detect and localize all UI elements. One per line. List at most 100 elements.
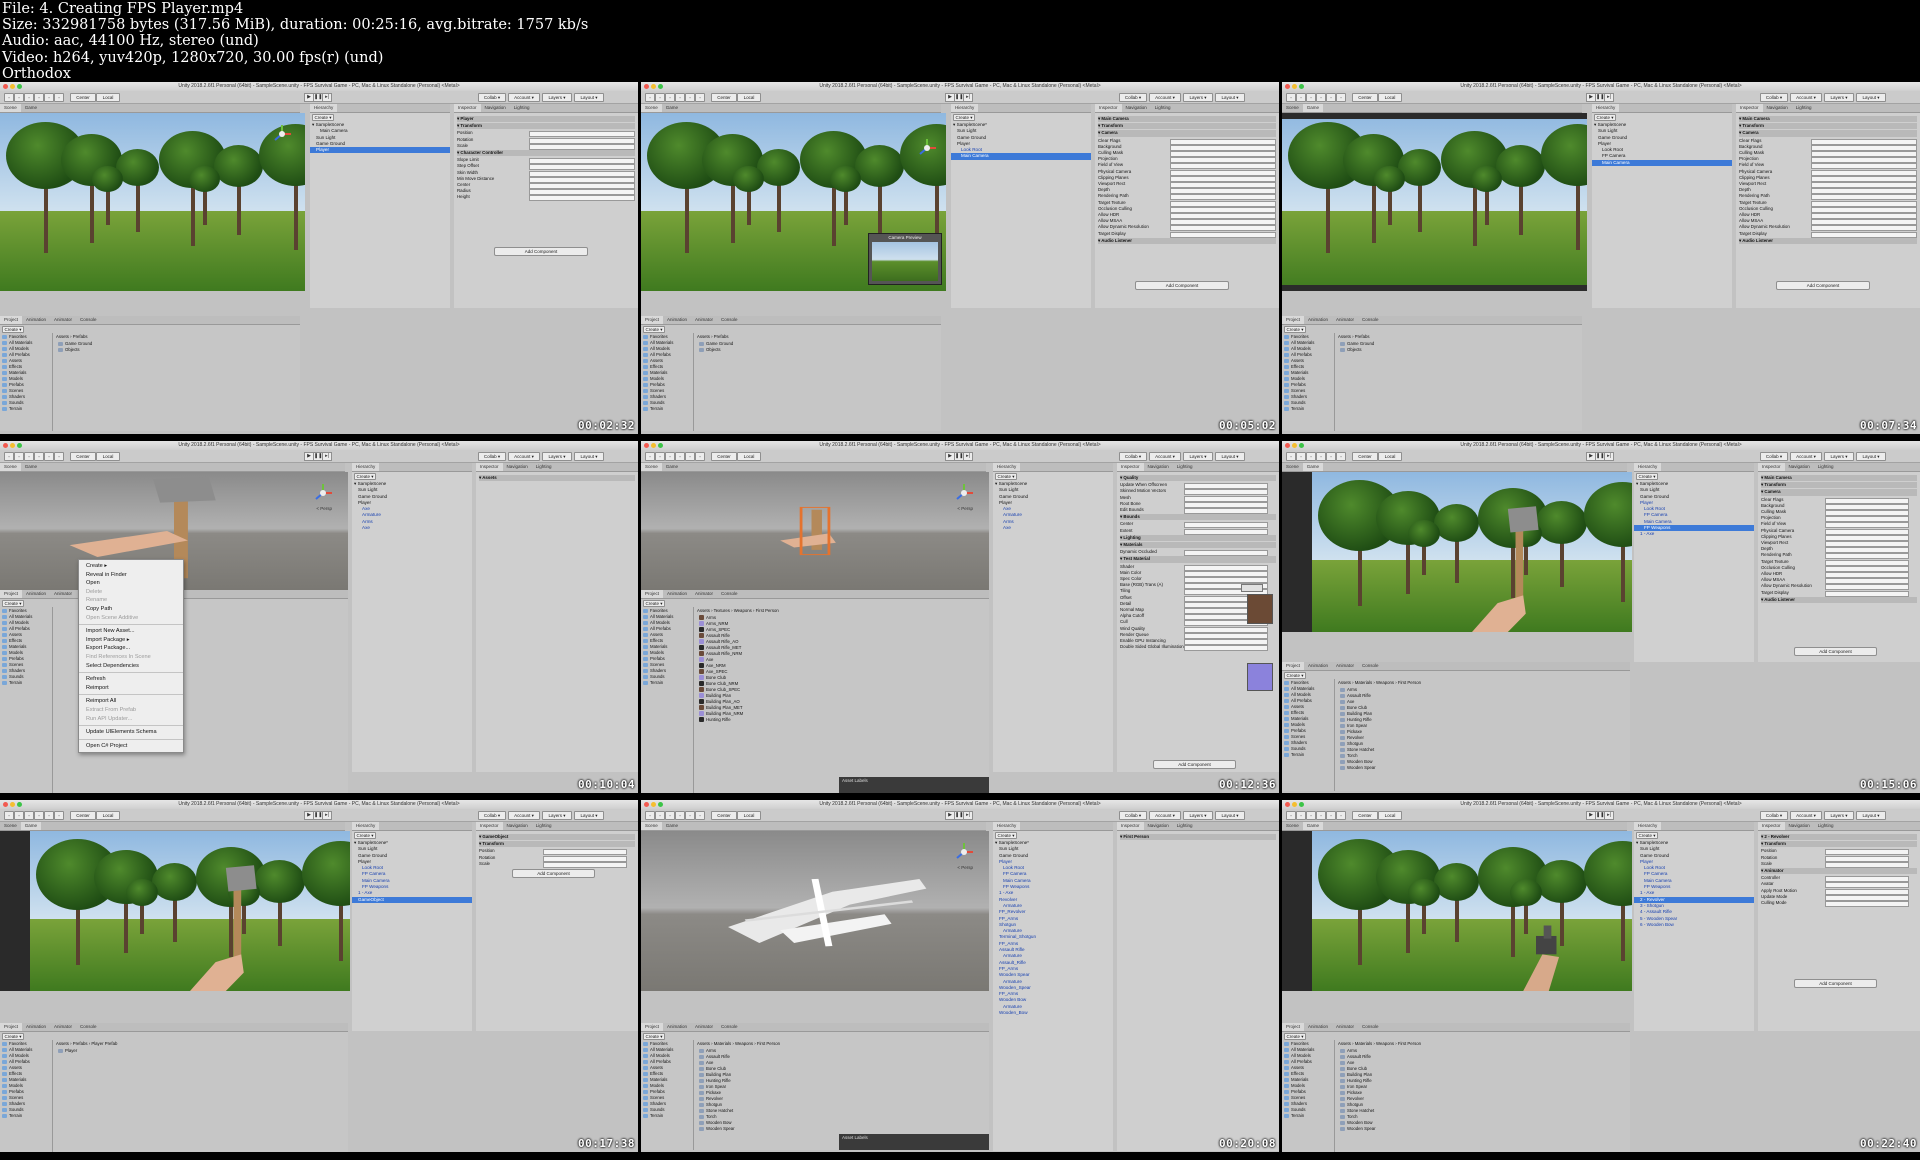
field-value-box[interactable] (1184, 528, 1268, 535)
layout-button[interactable]: Layout ▾ (1215, 93, 1245, 102)
tab-animator[interactable]: Animator (1332, 316, 1358, 324)
collab-button[interactable]: Collab ▾ (478, 452, 506, 461)
tab-console[interactable]: Console (76, 1023, 101, 1031)
add-component-button[interactable]: Add Component (1135, 281, 1229, 290)
move-tool-icon[interactable]: ◦ (1296, 93, 1306, 102)
layers-button[interactable]: Layers ▾ (542, 452, 572, 461)
hierarchy-create-button[interactable]: Create ▾ (995, 832, 1017, 839)
rotate-tool-icon[interactable]: ◦ (1306, 93, 1316, 102)
tab-inspector[interactable]: Inspector (1736, 104, 1763, 112)
close-window-icon[interactable] (1285, 84, 1290, 89)
rect-tool-icon[interactable]: ◦ (44, 93, 54, 102)
tab-animator[interactable]: Animator (691, 590, 717, 598)
asset-item[interactable]: Hunting Rifle (699, 717, 743, 723)
field-value-box[interactable] (1811, 231, 1917, 238)
inspector-field[interactable]: Scale (457, 143, 635, 150)
project-create-button[interactable]: Create ▾ (643, 1033, 665, 1040)
pivot-local-button[interactable]: Local (96, 811, 120, 820)
account-button[interactable]: Account ▾ (1149, 811, 1181, 820)
minimize-window-icon[interactable] (10, 443, 15, 448)
pivot-center-button[interactable]: Center (70, 811, 96, 820)
close-window-icon[interactable] (644, 84, 649, 89)
inspector-field[interactable]: Dynamic Occluded (1120, 549, 1276, 557)
hierarchy-create-button[interactable]: Create ▾ (995, 473, 1017, 480)
move-tool-icon[interactable]: ◦ (655, 452, 665, 461)
step-button[interactable]: ▸| (963, 452, 973, 461)
layers-button[interactable]: Layers ▾ (1183, 811, 1213, 820)
field-value-box[interactable] (543, 861, 627, 868)
tab-console[interactable]: Console (717, 1023, 742, 1031)
account-button[interactable]: Account ▾ (1790, 811, 1822, 820)
rect-tool-icon[interactable]: ◦ (1326, 452, 1336, 461)
scale-tool-icon[interactable]: ◦ (675, 452, 685, 461)
inspector-field[interactable]: Culling Mode (1761, 900, 1917, 908)
hierarchy-item[interactable]: Main Camera (951, 153, 1091, 160)
tab-project[interactable]: Project (0, 316, 23, 324)
pivot-local-button[interactable]: Local (1378, 811, 1402, 820)
transform-tool-icon[interactable]: ◦ (695, 811, 705, 820)
transform-tool-icon[interactable]: ◦ (54, 93, 64, 102)
pivot-local-button[interactable]: Local (737, 811, 761, 820)
tab-game[interactable]: Game (21, 463, 41, 471)
context-menu-item[interactable]: Open (79, 579, 183, 588)
close-window-icon[interactable] (644, 802, 649, 807)
tab-scene[interactable]: Scene (0, 463, 21, 471)
tab-inspector[interactable]: Inspector (1758, 822, 1785, 830)
account-button[interactable]: Account ▾ (1149, 93, 1181, 102)
tab-navigation[interactable]: Navigation (1785, 463, 1814, 471)
tab-scene[interactable]: Scene (0, 104, 21, 112)
step-button[interactable]: ▸| (322, 452, 332, 461)
hand-tool-icon[interactable]: ◦ (645, 452, 655, 461)
tab-project[interactable]: Project (1282, 316, 1305, 324)
context-menu-item[interactable]: Import New Asset... (79, 627, 183, 636)
layout-button[interactable]: Layout ▾ (1856, 452, 1886, 461)
field-value-box[interactable] (1184, 645, 1268, 652)
add-component-button[interactable]: Add Component (1794, 647, 1877, 656)
minimize-window-icon[interactable] (651, 802, 656, 807)
rotate-tool-icon[interactable]: ◦ (665, 452, 675, 461)
context-menu-item[interactable]: Import Package ▸ (79, 636, 183, 645)
hierarchy-create-button[interactable]: Create ▾ (1636, 473, 1658, 480)
scale-tool-icon[interactable]: ◦ (675, 93, 685, 102)
tab-game[interactable]: Game (20, 822, 42, 830)
pivot-local-button[interactable]: Local (1378, 452, 1402, 461)
tab-console[interactable]: Console (1358, 1023, 1383, 1031)
tab-project[interactable]: Project (641, 316, 664, 324)
tab-animation[interactable]: Animation (1304, 316, 1332, 324)
layout-button[interactable]: Layout ▾ (574, 811, 604, 820)
tab-inspector[interactable]: Inspector (454, 104, 481, 112)
hierarchy-create-button[interactable]: Create ▾ (1594, 114, 1616, 121)
context-menu-item[interactable]: Refresh (79, 675, 183, 684)
hierarchy-create-button[interactable]: Create ▾ (354, 832, 376, 839)
rect-tool-icon[interactable]: ◦ (1326, 93, 1336, 102)
project-create-button[interactable]: Create ▾ (1284, 672, 1306, 679)
zoom-window-icon[interactable] (658, 802, 663, 807)
tab-console[interactable]: Console (1358, 662, 1383, 670)
layout-button[interactable]: Layout ▾ (1215, 811, 1245, 820)
project-create-button[interactable]: Create ▾ (2, 1033, 24, 1040)
pivot-local-button[interactable]: Local (1378, 93, 1402, 102)
tab-inspector[interactable]: Inspector (1095, 104, 1122, 112)
move-tool-icon[interactable]: ◦ (1296, 452, 1306, 461)
tab-navigation[interactable]: Navigation (1144, 463, 1173, 471)
hand-tool-icon[interactable]: ◦ (4, 452, 14, 461)
minimize-window-icon[interactable] (10, 802, 15, 807)
add-component-button[interactable]: Add Component (512, 869, 595, 878)
step-button[interactable]: ▸| (963, 811, 973, 820)
rect-tool-icon[interactable]: ◦ (685, 452, 695, 461)
tab-animator[interactable]: Animator (50, 316, 76, 324)
minimize-window-icon[interactable] (10, 84, 15, 89)
hierarchy-item[interactable]: Wooden_Bow (993, 1010, 1113, 1016)
tab-navigation[interactable]: Navigation (1763, 104, 1792, 112)
scene-orientation-gizmo[interactable] (916, 137, 938, 159)
inspector-field[interactable]: Extent (1120, 528, 1276, 535)
tab-navigation[interactable]: Navigation (1785, 822, 1814, 830)
context-menu-item[interactable]: Open C# Project (79, 742, 183, 751)
tab-lighting[interactable]: Lighting (1792, 104, 1816, 112)
zoom-window-icon[interactable] (658, 443, 663, 448)
close-window-icon[interactable] (644, 443, 649, 448)
scale-tool-icon[interactable]: ◦ (1316, 93, 1326, 102)
tab-animation[interactable]: Animation (22, 590, 50, 598)
tab-game[interactable]: Game (662, 822, 682, 830)
tab-animation[interactable]: Animation (663, 316, 691, 324)
